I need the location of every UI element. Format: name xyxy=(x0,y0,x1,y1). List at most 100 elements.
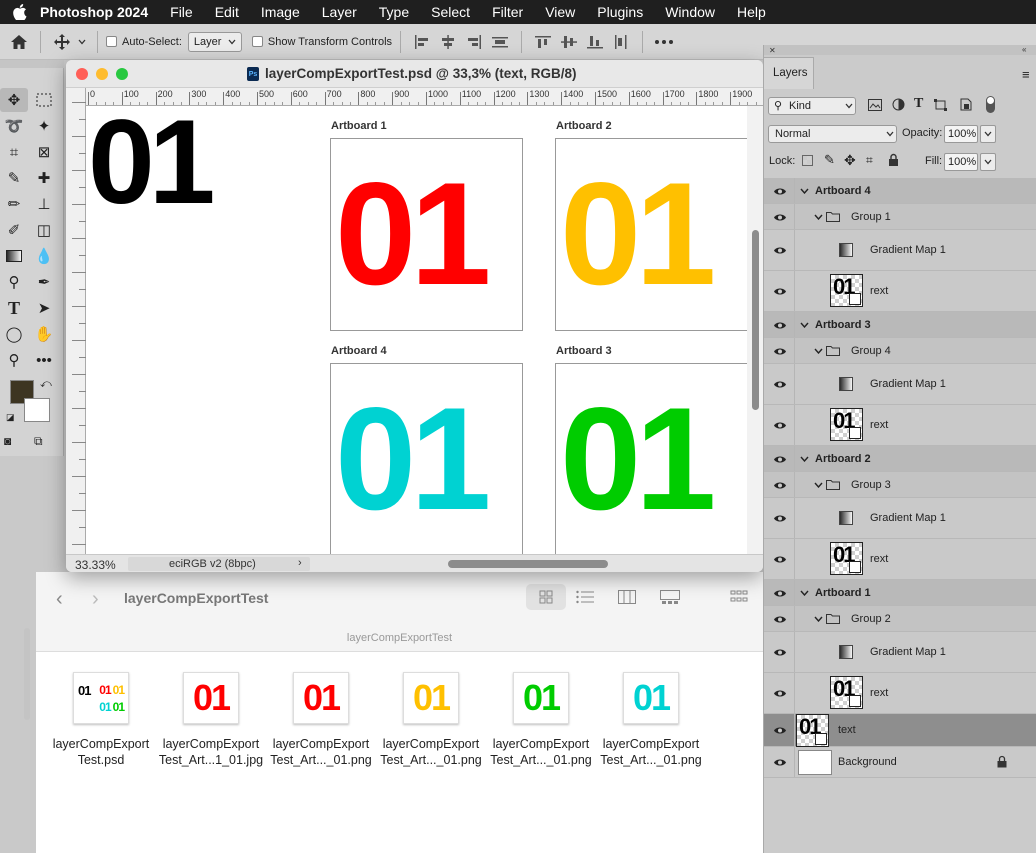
default-colors-icon[interactable]: ◪ xyxy=(6,412,15,423)
visibility-eye-icon[interactable] xyxy=(771,319,789,331)
smart-object-layer-row[interactable]: 01 rext xyxy=(764,539,1036,580)
chevron-right-icon[interactable]: › xyxy=(298,557,302,569)
home-icon[interactable] xyxy=(6,29,32,55)
layer-thumbnail[interactable]: 01 xyxy=(796,714,829,747)
artboard-label[interactable]: Artboard 2 xyxy=(556,120,612,132)
artboard-row[interactable]: Artboard 4 xyxy=(764,178,1036,204)
blur-tool-icon[interactable]: 💧 xyxy=(30,244,58,268)
history-brush-icon[interactable]: ✐ xyxy=(0,218,28,242)
visibility-eye-icon[interactable] xyxy=(771,185,789,197)
close-window-button[interactable] xyxy=(76,68,88,80)
artboard-row[interactable]: Artboard 1 xyxy=(764,580,1036,606)
gradient-map-icon[interactable] xyxy=(839,377,853,391)
panel-menu-icon[interactable]: ≡ xyxy=(1022,67,1030,82)
group-by-icon[interactable] xyxy=(730,590,748,604)
chevron-down-icon[interactable] xyxy=(814,616,823,622)
filter-pixel-icon[interactable] xyxy=(868,99,882,111)
menu-view[interactable]: View xyxy=(545,4,575,20)
filter-adjustment-icon[interactable] xyxy=(892,98,905,111)
panel-grip[interactable] xyxy=(764,45,1036,55)
healing-brush-icon[interactable]: ✚ xyxy=(30,166,58,190)
adjustment-layer-row[interactable]: Gradient Map 1 xyxy=(764,632,1036,673)
auto-select-checkbox[interactable] xyxy=(106,36,117,47)
menu-plugins[interactable]: Plugins xyxy=(597,4,643,20)
align-top-icon[interactable] xyxy=(530,29,556,55)
chevron-down-icon[interactable] xyxy=(800,322,809,328)
artboard-label[interactable]: Artboard 4 xyxy=(331,345,387,357)
move-tool-icon[interactable]: ✥ xyxy=(0,88,28,112)
group-row[interactable]: Group 4 xyxy=(764,338,1036,364)
menu-type[interactable]: Type xyxy=(379,4,409,20)
artboard-3[interactable]: 01 xyxy=(555,363,747,556)
visibility-eye-icon[interactable] xyxy=(771,725,789,737)
layer-thumbnail[interactable]: 01 xyxy=(830,676,863,709)
zoom-window-button[interactable] xyxy=(116,68,128,80)
file-thumb-psd[interactable]: 01 01 01 01 01 xyxy=(73,672,129,724)
visibility-eye-icon[interactable] xyxy=(771,513,789,525)
apple-icon[interactable] xyxy=(0,4,40,20)
align-middle-icon[interactable] xyxy=(556,29,582,55)
icon-view-icon[interactable] xyxy=(526,584,566,610)
vertical-ruler[interactable] xyxy=(66,88,86,562)
pen-tool-icon[interactable]: ✒ xyxy=(30,270,58,294)
chevron-down-icon[interactable] xyxy=(800,456,809,462)
artboard-2[interactable]: 01 xyxy=(555,138,747,331)
frame-tool-icon[interactable]: ⊠ xyxy=(30,140,58,164)
zoom-level[interactable]: 33.33% xyxy=(75,558,127,572)
canvas[interactable]: 01 Artboard 1 01 Artboard 2 01 Artboard … xyxy=(86,106,747,556)
dodge-tool-icon[interactable]: ⚲ xyxy=(0,270,28,294)
visibility-eye-icon[interactable] xyxy=(771,211,789,223)
menu-image[interactable]: Image xyxy=(261,4,300,20)
more-tools-icon[interactable]: ••• xyxy=(30,348,58,372)
zoom-tool-icon[interactable]: ⚲ xyxy=(0,348,28,372)
blend-mode-dropdown[interactable]: Normal xyxy=(768,125,897,143)
eyedropper-icon[interactable]: ✎ xyxy=(0,166,28,190)
screen-mode-icon[interactable]: ⧉ xyxy=(34,434,43,449)
visibility-eye-icon[interactable] xyxy=(771,479,789,491)
file-name[interactable]: layerCompExport Test.psd xyxy=(46,736,156,768)
status-info[interactable]: eciRGB v2 (8bpc) › xyxy=(128,557,310,571)
adjustment-layer-row[interactable]: Gradient Map 1 xyxy=(764,498,1036,539)
visibility-eye-icon[interactable] xyxy=(771,587,789,599)
visibility-eye-icon[interactable] xyxy=(771,453,789,465)
align-bottom-icon[interactable] xyxy=(582,29,608,55)
chevron-down-icon[interactable] xyxy=(800,188,809,194)
smart-object-layer-row[interactable]: 01 rext xyxy=(764,271,1036,312)
artboard-label[interactable]: Artboard 3 xyxy=(556,345,612,357)
auto-select-dropdown[interactable]: Layer xyxy=(187,31,242,52)
app-menu[interactable]: Photoshop 2024 xyxy=(40,4,148,20)
artboard-4[interactable]: 01 xyxy=(330,363,523,556)
layer-thumbnail[interactable]: 01 xyxy=(830,274,863,307)
path-selection-icon[interactable]: ➤ xyxy=(30,296,58,320)
horizontal-ruler[interactable]: 0 100 200 300 400 500 600 700 800 900 1000 1100 1200… xyxy=(86,88,763,106)
visibility-eye-icon[interactable] xyxy=(771,379,789,391)
visibility-eye-icon[interactable] xyxy=(771,647,789,659)
gradient-map-icon[interactable] xyxy=(839,645,853,659)
fill-slider-toggle[interactable] xyxy=(980,153,996,171)
main-text-layer[interactable]: 01 xyxy=(88,106,216,222)
visibility-eye-icon[interactable] xyxy=(771,757,789,769)
align-right-icon[interactable] xyxy=(461,29,487,55)
collapse-panel-icon[interactable]: « xyxy=(1022,45,1026,54)
file-thumb-png-cyan[interactable]: 01 xyxy=(623,672,679,724)
visibility-eye-icon[interactable] xyxy=(771,554,789,566)
horizontal-scroll-thumb[interactable] xyxy=(448,560,608,568)
marquee-tool-icon[interactable] xyxy=(30,88,58,112)
menu-select[interactable]: Select xyxy=(431,4,470,20)
lock-all-icon[interactable] xyxy=(888,153,899,166)
eraser-icon[interactable]: ◫ xyxy=(30,218,58,242)
menu-window[interactable]: Window xyxy=(665,4,715,20)
adjustment-layer-row[interactable]: Gradient Map 1 xyxy=(764,364,1036,405)
filter-type-icon[interactable]: T xyxy=(914,96,923,112)
menu-layer[interactable]: Layer xyxy=(322,4,357,20)
visibility-eye-icon[interactable] xyxy=(771,613,789,625)
magic-wand-icon[interactable]: ✦ xyxy=(30,114,58,138)
gradient-map-icon[interactable] xyxy=(839,243,853,257)
document-titlebar[interactable]: Ps layerCompExportTest.psd @ 33,3% (text… xyxy=(66,60,763,88)
opacity-input[interactable]: 100% xyxy=(944,125,978,143)
vertical-scrollbar[interactable] xyxy=(747,106,763,556)
minimize-window-button[interactable] xyxy=(96,68,108,80)
more-options-icon[interactable] xyxy=(651,29,677,55)
column-view-icon[interactable] xyxy=(618,590,636,604)
type-tool-icon[interactable]: T xyxy=(0,296,28,320)
